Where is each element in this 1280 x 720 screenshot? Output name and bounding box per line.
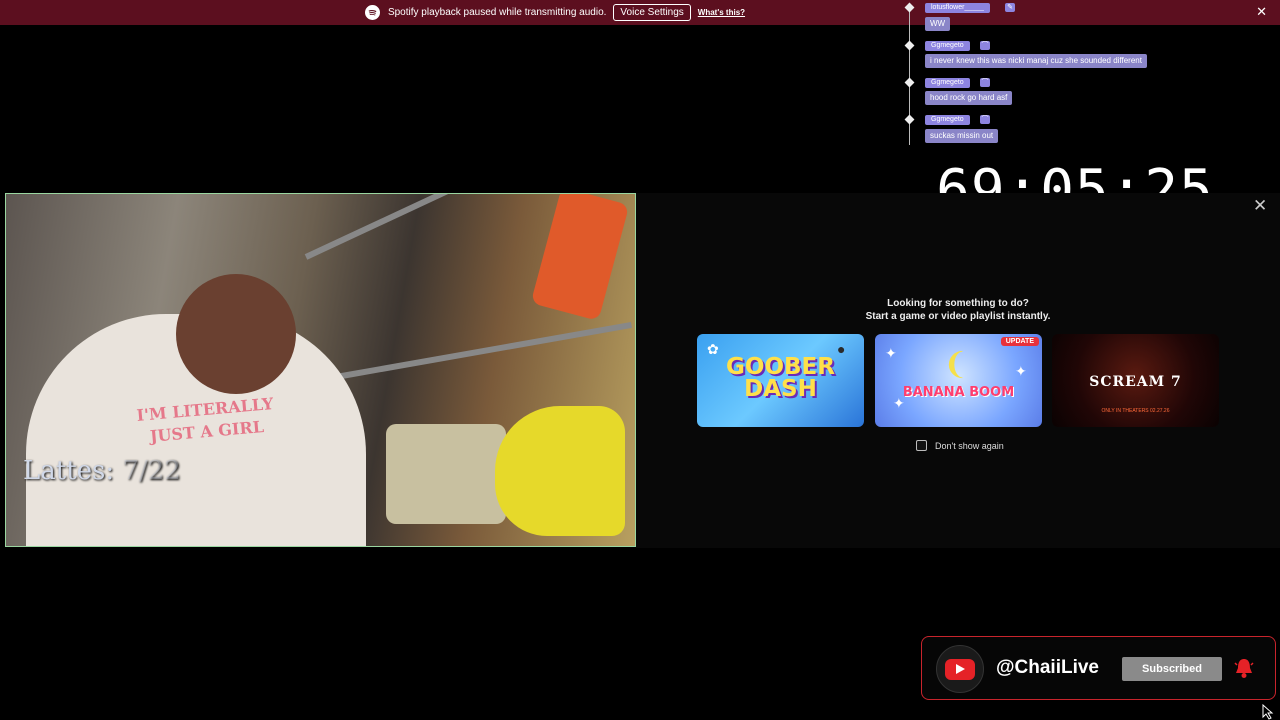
whats-this-link[interactable]: What's this? <box>698 8 745 17</box>
banana-icon: ❨ <box>943 348 969 381</box>
chat-text: suckas missin out <box>925 129 999 143</box>
chat-text: hood rock go hard asf <box>925 91 1013 105</box>
activity-card-scream[interactable]: SCREAM 7 ONLY IN THEATERS 02.27.26 <box>1052 334 1219 427</box>
notice-message: Spotify playback paused while transmitti… <box>387 7 607 18</box>
chat-text: WW <box>925 17 951 31</box>
chat-text: i never knew this was nicki manaj cuz sh… <box>925 54 1147 68</box>
person-head <box>176 274 296 394</box>
card-title: SCREAM 7 <box>1089 374 1182 390</box>
subscribed-button[interactable]: Subscribed <box>1122 657 1222 681</box>
card-subtitle: ONLY IN THEATERS 02.27.26 <box>1101 408 1170 414</box>
chat-dot-icon <box>904 114 915 125</box>
close-notice-icon[interactable]: ✕ <box>1256 5 1267 19</box>
snack-bag <box>530 194 630 322</box>
voice-settings-button[interactable]: Voice Settings <box>613 4 691 21</box>
activity-card-goober-dash[interactable]: ✿ ● GOOBER DASH <box>697 334 864 427</box>
channel-handle: @ChaiiLive <box>996 657 1099 678</box>
dont-show-again-option[interactable]: Don't show again <box>916 440 1004 451</box>
card-title: GOOBER DASH <box>726 354 835 402</box>
youtube-avatar <box>936 645 984 693</box>
dont-show-checkbox[interactable] <box>916 440 927 451</box>
chat-dot-icon <box>904 77 915 88</box>
youtube-logo-icon <box>945 658 975 680</box>
shelf <box>335 321 632 380</box>
star-icon: ✦ <box>885 345 897 361</box>
chat-username: Ggmegeto <box>925 41 970 51</box>
star-icon: ✦ <box>1015 363 1027 379</box>
activity-heading-line1: Looking for something to do? <box>887 298 1029 309</box>
close-panel-icon[interactable]: ✕ <box>1253 197 1267 215</box>
spotify-notice-bar: Spotify playback paused while transmitti… <box>0 0 1280 25</box>
chat-username: Ggmegeto <box>925 78 970 88</box>
dont-show-label: Don't show again <box>935 440 1004 451</box>
badge-icon: ⌒ <box>980 41 990 50</box>
badge-icon: ⌒ <box>980 115 990 124</box>
pencil-badge-icon: ✎ <box>1005 3 1015 12</box>
activity-heading: Looking for something to do? Start a gam… <box>798 297 1118 323</box>
badge-icon: ⌒ <box>980 78 990 87</box>
activity-card-banana-boom[interactable]: ✦ ✦ ✦ ❨ UPDATE BANANA BOOM <box>875 334 1042 427</box>
bell-icon[interactable] <box>1234 657 1254 679</box>
spotify-icon <box>364 5 380 20</box>
bunny-icon: ✿ <box>707 341 719 357</box>
webcam-feed: I'M LITERALLY JUST A GIRL Lattes: 7/22 <box>5 193 636 547</box>
card-title: BANANA BOOM <box>902 385 1015 400</box>
lattes-count: 7/22 <box>122 456 181 486</box>
youtube-subscribe-widget: @ChaiiLive Subscribed <box>921 636 1276 700</box>
yellow-chip-bag <box>495 406 625 536</box>
chat-username: Ggmegeto <box>925 115 970 125</box>
snack-bags <box>386 424 506 524</box>
lattes-label: Lattes: <box>23 456 115 486</box>
mouse-cursor-icon <box>1262 704 1274 720</box>
chat-dot-icon <box>904 40 915 51</box>
update-badge: UPDATE <box>1000 337 1039 346</box>
chat-username: lotusflower_____ <box>925 3 990 13</box>
panda-icon: ● <box>837 341 846 357</box>
lattes-counter: Lattes: 7/22 <box>23 456 181 486</box>
activity-heading-line2: Start a game or video playlist instantly… <box>865 311 1051 322</box>
